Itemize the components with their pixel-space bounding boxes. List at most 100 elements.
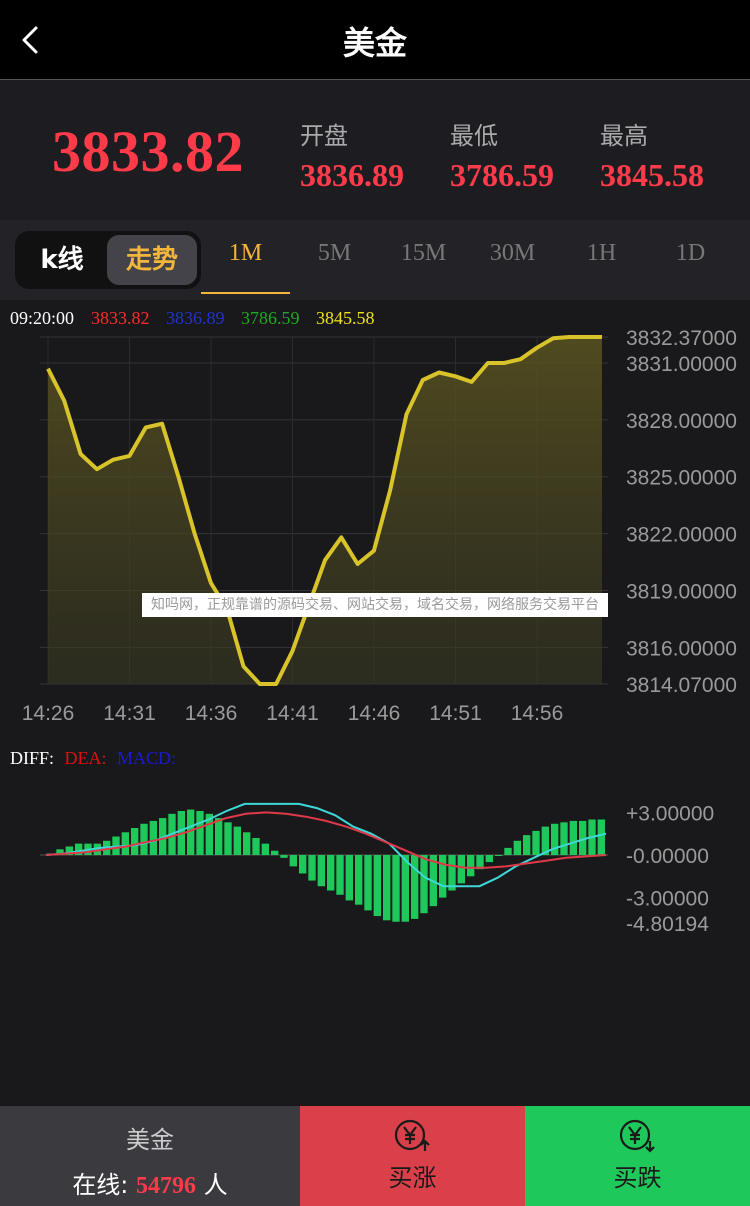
- period-5m[interactable]: 5M: [290, 240, 379, 267]
- low-label: 最低: [450, 122, 498, 150]
- open-label: 开盘: [300, 122, 348, 150]
- open-value: 3836.89: [300, 157, 404, 193]
- macd-bar: [252, 837, 260, 855]
- macd-bar: [308, 855, 316, 881]
- instrument-name: 美金: [126, 1126, 174, 1154]
- y-tick-label: 3832.37000: [626, 327, 737, 350]
- macd-bar: [495, 855, 503, 856]
- low-stat: 最低 3786.59: [450, 116, 554, 194]
- macd-bar: [560, 822, 568, 855]
- period-1d[interactable]: 1D: [646, 240, 735, 267]
- macd-bar: [261, 843, 269, 855]
- macd-bar: [149, 820, 157, 855]
- buy-down-button[interactable]: 买跌: [525, 1106, 750, 1206]
- macd-bar: [345, 855, 353, 901]
- high-stat: 最高 3845.58: [600, 116, 704, 194]
- macd-bar: [401, 855, 409, 922]
- x-tick-label: 14:51: [429, 702, 482, 725]
- macd-bar: [551, 823, 559, 855]
- y-tick-label: 3819.00000: [626, 581, 737, 604]
- chart-area: 09:20:00 3833.82 3836.89 3786.59 3845.58…: [0, 300, 750, 1106]
- macd-bar: [317, 855, 325, 887]
- current-price: 3833.82: [52, 119, 244, 184]
- online-count: 在线: 54796 人: [0, 1165, 300, 1200]
- dea-line: [45, 811, 607, 869]
- macd-bar: [411, 855, 419, 919]
- chart-tabbar: k线 走势 1M 5M 15M 30M 1H 1D: [0, 220, 750, 300]
- macd-chart: +3.00000 -0.00000 -3.00000-4.80194: [40, 802, 714, 936]
- macd-bar: [373, 855, 381, 917]
- macd-bar: [327, 855, 335, 891]
- macd-bar: [196, 810, 204, 855]
- x-tick-label: 14:36: [185, 702, 238, 725]
- low-value: 3786.59: [450, 157, 554, 193]
- period-30m[interactable]: 30M: [468, 240, 557, 267]
- y-tick-label: 3825.00000: [626, 467, 737, 490]
- watermark-banner: 知吗网，正规靠谱的源码交易、网站交易，域名交易，网络服务交易平台: [142, 593, 608, 617]
- high-value: 3845.58: [600, 157, 704, 193]
- period-1m[interactable]: 1M: [201, 240, 290, 267]
- online-label: 在线:: [72, 1171, 137, 1199]
- legend-dea: DEA:: [64, 748, 107, 768]
- instrument-info: 美金 在线: 54796 人: [0, 1106, 300, 1206]
- x-tick-label: 14:26: [22, 702, 75, 725]
- macd-y-tick-label: -0.00000: [626, 845, 709, 868]
- macd-bar: [355, 855, 363, 905]
- macd-bar: [597, 819, 605, 855]
- macd-bar: [299, 855, 307, 874]
- macd-bar: [532, 830, 540, 855]
- macd-bar: [215, 818, 223, 855]
- quote-panel: 3833.82 开盘 3836.89 最低 3786.59 最高 3845.58: [0, 80, 750, 220]
- bottom-action-bar: 美金 在线: 54796 人 买涨 买跌: [0, 1106, 750, 1206]
- y-tick-label: 3816.00000: [626, 637, 737, 660]
- active-period-underline: [201, 292, 290, 294]
- macd-bar: [364, 855, 372, 911]
- yuan-up-icon: [394, 1119, 430, 1151]
- macd-bar: [448, 855, 456, 891]
- macd-bar: [121, 832, 129, 855]
- macd-bar: [383, 855, 391, 921]
- macd-bar: [392, 855, 400, 922]
- macd-bar: [243, 832, 251, 855]
- legend-macd: MACD:: [117, 748, 177, 768]
- x-tick-label: 14:31: [103, 702, 156, 725]
- macd-bar: [233, 826, 241, 855]
- macd-bar: [485, 855, 493, 863]
- buy-down-label: 买跌: [613, 1164, 662, 1192]
- y-tick-label: 3822.00000: [626, 524, 737, 547]
- page-title: 美金: [342, 24, 407, 62]
- price-area-fill: [48, 337, 602, 684]
- x-tick-label: 14:56: [511, 702, 564, 725]
- buy-up-button[interactable]: 买涨: [300, 1106, 525, 1206]
- tab-kline[interactable]: k线: [15, 231, 109, 289]
- buy-up-label: 买涨: [388, 1164, 437, 1192]
- high-label: 最高: [600, 122, 648, 150]
- chart-mode-toggle: k线 走势: [15, 231, 201, 289]
- open-stat: 开盘 3836.89: [300, 116, 404, 194]
- x-tick-label: 14:46: [348, 702, 401, 725]
- period-15m[interactable]: 15M: [379, 240, 468, 267]
- y-tick-label: 3814.07000: [626, 674, 737, 697]
- macd-bar: [523, 835, 531, 855]
- macd-bar: [420, 855, 428, 914]
- macd-legend: DIFF: DEA: MACD:: [10, 748, 176, 769]
- macd-bar: [280, 855, 288, 858]
- y-tick-label: 3831.00000: [626, 353, 737, 376]
- macd-bar: [457, 855, 465, 884]
- online-unit: 人: [196, 1171, 228, 1199]
- macd-y-tick-label: -3.00000: [626, 888, 709, 911]
- macd-bar: [439, 855, 447, 898]
- legend-diff: DIFF:: [10, 748, 55, 768]
- period-1h[interactable]: 1H: [557, 240, 646, 267]
- macd-bar: [513, 840, 521, 855]
- macd-bar: [131, 828, 139, 855]
- y-tick-label: 3828.00000: [626, 410, 737, 433]
- macd-bar: [467, 855, 475, 877]
- macd-bar: [224, 822, 232, 855]
- macd-bar: [569, 820, 577, 855]
- macd-bar: [336, 855, 344, 895]
- online-number: 54796: [136, 1173, 197, 1199]
- macd-bar: [504, 847, 512, 855]
- macd-bar: [289, 855, 297, 867]
- tab-trend[interactable]: 走势: [107, 235, 197, 285]
